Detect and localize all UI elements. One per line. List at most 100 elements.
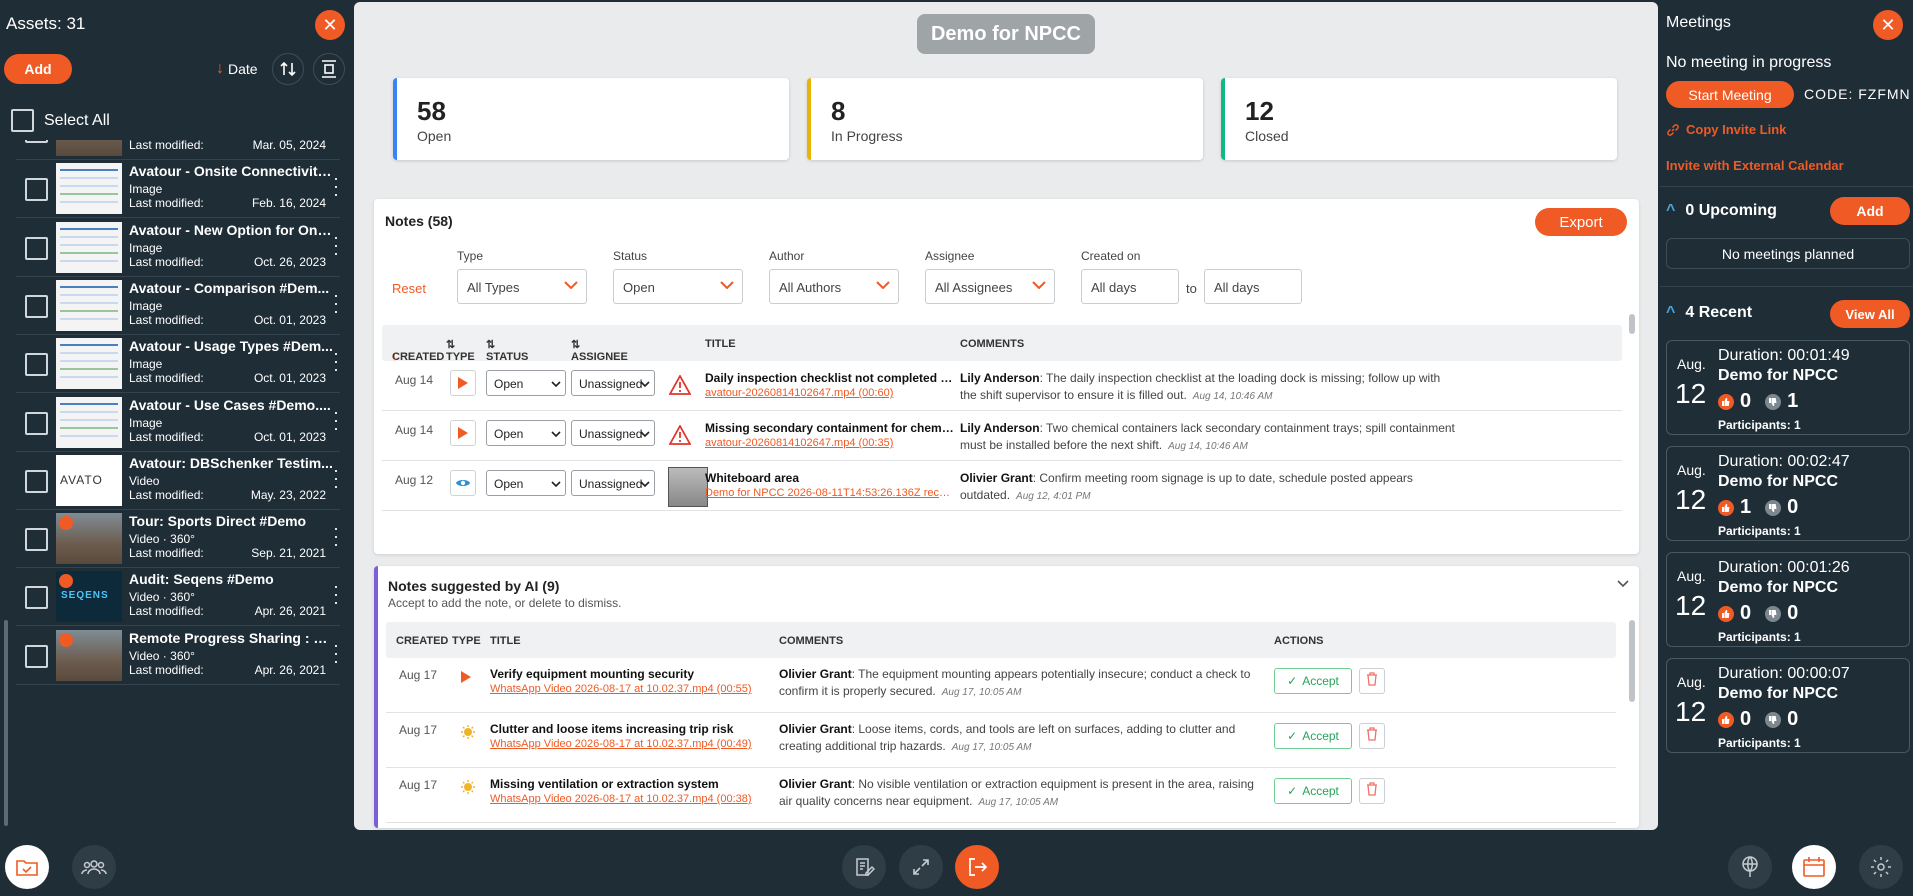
status-select[interactable]: Open <box>486 470 566 496</box>
meeting-card[interactable]: Aug. 12 Duration: 00:01:49 Demo for NPCC… <box>1666 340 1910 435</box>
delete-button[interactable] <box>1359 668 1385 694</box>
stat-card-1[interactable]: 8 In Progress <box>807 78 1203 160</box>
asset-checkbox[interactable] <box>25 294 48 318</box>
note-row[interactable]: Aug 14 Open Unassigned Daily inspection … <box>382 361 1622 411</box>
invite-external-calendar-link[interactable]: Invite with External Calendar <box>1666 158 1844 173</box>
asset-item[interactable]: SEQENS Audit: Seqens #Demo Video · 360° … <box>16 568 340 627</box>
accept-button[interactable]: ✓ Accept <box>1274 723 1352 749</box>
asset-checkbox[interactable] <box>25 469 48 493</box>
ai-scrollbar[interactable] <box>1629 620 1635 702</box>
copy-invite-link[interactable]: Copy Invite Link <box>1666 122 1786 137</box>
location-button[interactable] <box>1728 845 1772 889</box>
asset-item[interactable]: Remote Progress Sharing : C... Video · 3… <box>16 627 340 685</box>
delete-button[interactable] <box>1359 778 1385 804</box>
filter-select[interactable]: All days <box>1081 269 1179 304</box>
play-icon[interactable] <box>450 420 476 446</box>
accept-button[interactable]: ✓ Accept <box>1274 668 1352 694</box>
assignee-select[interactable]: Unassigned <box>571 420 655 446</box>
ai-note-media-link[interactable]: WhatsApp Video 2026-08-17 at 10.02.37.mp… <box>490 738 770 750</box>
more-options-icon[interactable]: · · · <box>332 403 340 437</box>
chevron-down-icon[interactable] <box>1617 580 1629 588</box>
meeting-card[interactable]: Aug. 12 Duration: 00:02:47 Demo for NPCC… <box>1666 446 1910 541</box>
play-icon[interactable] <box>450 370 476 396</box>
fullscreen-button[interactable] <box>899 845 943 889</box>
status-select[interactable]: Open <box>486 420 566 446</box>
more-options-icon[interactable]: · · · <box>332 286 340 320</box>
filter-select[interactable]: All Assignees <box>925 269 1055 304</box>
asset-checkbox[interactable] <box>25 411 48 435</box>
reset-filters-link[interactable]: Reset <box>392 281 426 296</box>
ai-note-media-link[interactable]: WhatsApp Video 2026-08-17 at 10.02.37.mp… <box>490 793 770 805</box>
likes[interactable]: 1 <box>1718 496 1751 519</box>
status-select[interactable]: Open <box>486 370 566 396</box>
asset-item[interactable]: Avatour - New Option for Ons... Image La… <box>16 219 340 277</box>
export-button[interactable]: Export <box>1535 208 1627 236</box>
note-row[interactable]: Aug 12 Open Unassigned Whiteboard area D… <box>382 461 1622 511</box>
asset-item[interactable]: Last modified: Mar. 05, 2024 <box>16 140 340 160</box>
likes[interactable]: 0 <box>1718 708 1751 731</box>
more-options-icon[interactable]: · · · <box>332 169 340 203</box>
assignee-select[interactable]: Unassigned <box>571 370 655 396</box>
close-assets-button[interactable]: ✕ <box>315 10 345 40</box>
note-title[interactable]: Whiteboard area <box>705 471 955 485</box>
ai-note-media-link[interactable]: WhatsApp Video 2026-08-17 at 10.02.37.mp… <box>490 683 770 695</box>
dislikes[interactable]: 0 <box>1765 602 1798 625</box>
exit-button[interactable] <box>955 845 999 889</box>
col-assignee[interactable]: ASSIGNEE ⇅ <box>571 338 628 363</box>
dislikes[interactable]: 0 <box>1765 708 1798 731</box>
delete-button[interactable] <box>1359 723 1385 749</box>
note-row[interactable]: Aug 14 Open Unassigned Missing secondary… <box>382 411 1622 461</box>
asset-item[interactable]: Avatour - Comparison #Dem... Image Last … <box>16 277 340 335</box>
note-media-link[interactable]: avatour-20260814102647.mp4 (00:35) <box>705 437 955 449</box>
note-media-link[interactable]: avatour-20260814102647.mp4 (00:60) <box>705 387 955 399</box>
dislikes[interactable]: 1 <box>1765 390 1798 413</box>
note-title[interactable]: Daily inspection checklist not completed… <box>705 371 955 385</box>
note-title[interactable]: Missing secondary containment for chemic… <box>705 421 955 435</box>
more-options-icon[interactable]: · · · <box>332 636 340 670</box>
add-meeting-button[interactable]: Add <box>1830 197 1910 225</box>
asset-item[interactable]: Tour: Sports Direct #Demo Video · 360° L… <box>16 510 340 569</box>
col-status[interactable]: STATUS ⇅ <box>486 338 528 363</box>
note-thumbnail[interactable] <box>668 467 708 507</box>
meetings-tab-button[interactable] <box>1792 845 1836 889</box>
add-asset-button[interactable]: Add <box>4 54 72 84</box>
sort-direction-button[interactable] <box>272 53 304 85</box>
upcoming-header[interactable]: ^ 0 Upcoming <box>1666 202 1777 220</box>
stat-card-2[interactable]: 12 Closed <box>1221 78 1617 160</box>
asset-checkbox[interactable] <box>25 178 48 202</box>
asset-item[interactable]: Avatour - Use Cases #Demo.... Image Last… <box>16 394 340 452</box>
assignee-select[interactable]: Unassigned <box>571 470 655 496</box>
more-options-icon[interactable]: · · · <box>332 577 340 611</box>
start-meeting-button[interactable]: Start Meeting <box>1666 81 1794 108</box>
asset-checkbox[interactable] <box>25 353 48 377</box>
meeting-card[interactable]: Aug. 12 Duration: 00:00:07 Demo for NPCC… <box>1666 658 1910 753</box>
view-icon[interactable] <box>450 470 476 496</box>
more-options-icon[interactable]: · · · <box>332 344 340 378</box>
settings-button[interactable] <box>1859 845 1903 889</box>
likes[interactable]: 0 <box>1718 390 1751 413</box>
more-options-icon[interactable]: · · · <box>332 519 340 553</box>
date-to-input[interactable]: All days <box>1204 269 1302 304</box>
dislikes[interactable]: 0 <box>1765 496 1798 519</box>
asset-checkbox[interactable] <box>25 644 48 668</box>
asset-checkbox[interactable] <box>25 586 48 610</box>
view-all-meetings-button[interactable]: View All <box>1830 300 1910 328</box>
asset-item[interactable]: AVATO Avatour: DBSchenker Testim... Vide… <box>16 452 340 510</box>
recent-header[interactable]: ^ 4 Recent <box>1666 304 1752 322</box>
asset-list-scrollbar[interactable] <box>4 620 8 826</box>
select-all[interactable]: Select All <box>11 109 110 132</box>
stat-card-0[interactable]: 58 Open <box>393 78 789 160</box>
filter-select[interactable]: Open <box>613 269 743 304</box>
likes[interactable]: 0 <box>1718 602 1751 625</box>
more-options-icon[interactable]: · · · <box>332 228 340 262</box>
note-media-link[interactable]: Demo for NPCC 2026-08-11T14:53:26.136Z r… <box>705 487 955 499</box>
asset-checkbox[interactable] <box>25 528 48 552</box>
filter-select[interactable]: All Authors <box>769 269 899 304</box>
asset-item[interactable]: Avatour - Usage Types #Dem... Image Last… <box>16 335 340 394</box>
view-toggle-button[interactable] <box>313 53 345 85</box>
filter-select[interactable]: All Types <box>457 269 587 304</box>
annotate-button[interactable] <box>842 845 886 889</box>
col-type[interactable]: TYPE ⇅ <box>446 338 475 363</box>
participants-tab-button[interactable] <box>72 845 116 889</box>
asset-item[interactable]: Avatour - Onsite Connectivity ... Image … <box>16 160 340 219</box>
